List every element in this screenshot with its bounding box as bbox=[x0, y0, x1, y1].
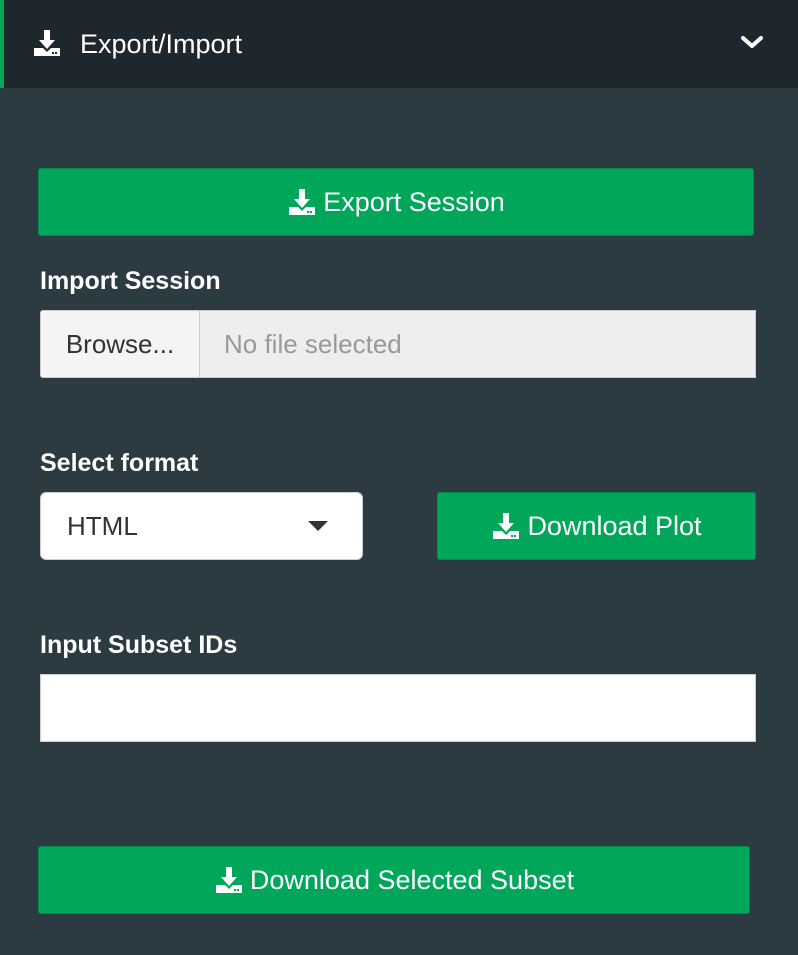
download-icon bbox=[493, 513, 520, 539]
download-selected-subset-button[interactable]: Download Selected Subset bbox=[38, 846, 750, 914]
subset-ids-input[interactable] bbox=[40, 674, 756, 742]
download-icon bbox=[289, 189, 316, 215]
file-name-display: No file selected bbox=[200, 310, 756, 378]
browse-button[interactable]: Browse... bbox=[40, 310, 200, 378]
download-selected-subset-label: Download Selected Subset bbox=[249, 864, 575, 895]
header-title: Export/Import bbox=[80, 29, 243, 59]
download-plot-button[interactable]: Download Plot bbox=[437, 492, 756, 560]
export-session-button[interactable]: Export Session bbox=[38, 168, 754, 236]
download-plot-label: Download Plot bbox=[527, 510, 702, 541]
select-format-label: Select format bbox=[40, 449, 199, 477]
export-import-panel: Export/Import Export Session Import Sess… bbox=[0, 0, 798, 955]
format-select[interactable]: HTML bbox=[40, 492, 363, 560]
format-select-value: HTML bbox=[67, 511, 138, 541]
import-session-file-input[interactable]: Browse... No file selected bbox=[40, 310, 756, 378]
export-import-header[interactable]: Export/Import bbox=[0, 0, 798, 88]
download-icon bbox=[32, 28, 62, 58]
import-session-label: Import Session bbox=[40, 267, 221, 295]
caret-down-icon bbox=[308, 521, 328, 531]
input-subset-ids-label: Input Subset IDs bbox=[40, 631, 238, 659]
chevron-down-icon[interactable] bbox=[740, 30, 764, 54]
export-session-label: Export Session bbox=[323, 186, 505, 217]
download-icon bbox=[215, 867, 242, 893]
